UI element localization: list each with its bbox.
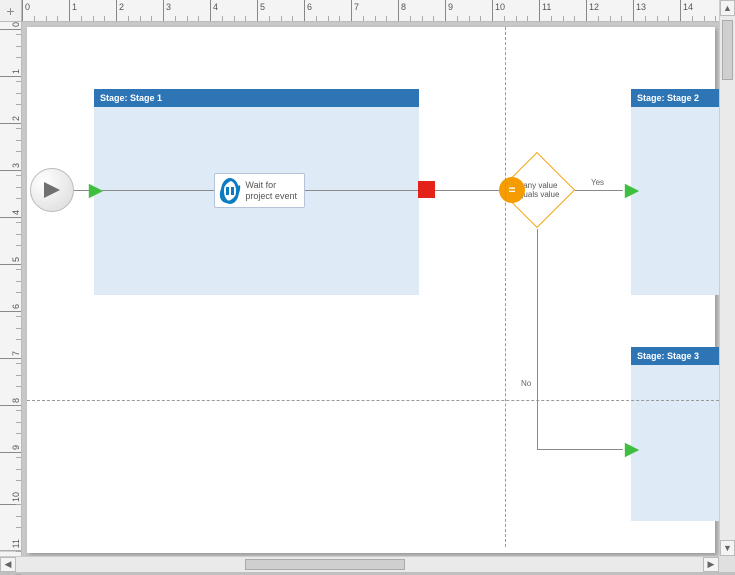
stage-body[interactable] — [631, 107, 719, 295]
horizontal-ruler: 0123456789101112131415 — [22, 0, 719, 22]
equals-icon: = — [499, 177, 525, 203]
stage-header: Stage: Stage 2 — [631, 89, 719, 107]
stage-exit-marker[interactable] — [418, 181, 435, 198]
connector-no-label: No — [521, 379, 531, 388]
stage-body[interactable] — [631, 365, 719, 521]
connector-yes-label: Yes — [591, 178, 604, 187]
vertical-scrollbar[interactable]: ▲ ▼ — [719, 0, 735, 556]
stage1-entry-arrow[interactable] — [87, 182, 105, 200]
activity-wait-event[interactable]: Wait for project event — [214, 173, 305, 208]
page-break-horizontal — [27, 400, 719, 401]
stage2-entry-arrow[interactable] — [623, 182, 641, 200]
scroll-corner — [719, 556, 735, 572]
stage-stage2[interactable]: Stage: Stage 2 — [631, 89, 719, 295]
horizontal-scrollbar[interactable]: ◀ ▶ — [0, 556, 719, 572]
page[interactable]: Stage: Stage 1Stage: Stage 2Stage: Stage… — [27, 27, 715, 553]
connector-no-v — [537, 229, 538, 449]
stage3-entry-arrow[interactable] — [623, 441, 641, 459]
canvas-viewport[interactable]: Stage: Stage 1 Stage: Stage 2 Stage: Stage… — [22, 22, 719, 556]
play-icon — [42, 180, 62, 200]
scroll-v-thumb[interactable] — [722, 20, 733, 80]
page-break-vertical — [505, 27, 506, 547]
connector-exit-condition — [435, 190, 500, 191]
vertical-ruler: 01234567891011 — [0, 22, 22, 556]
workflow-start-icon[interactable] — [30, 168, 74, 212]
stage-stage3[interactable]: Stage: Stage 3 — [631, 347, 719, 521]
scroll-down-button[interactable]: ▼ — [720, 540, 735, 556]
ruler-origin: + — [0, 0, 22, 22]
connector-yes — [575, 190, 623, 191]
scroll-up-button[interactable]: ▲ — [720, 0, 735, 16]
pause-circle-icon — [221, 178, 239, 204]
stage-header: Stage: Stage 1 — [94, 89, 419, 107]
activity-label: Wait for project event — [245, 180, 304, 202]
connector-no-h — [537, 449, 623, 450]
scroll-left-button[interactable]: ◀ — [0, 557, 16, 572]
connector-activity-exit — [305, 190, 418, 191]
scroll-h-thumb[interactable] — [245, 559, 405, 570]
stage-header: Stage: Stage 3 — [631, 347, 719, 365]
condition-if-value-equals[interactable]: =If any value equals value — [510, 163, 564, 217]
scroll-right-button[interactable]: ▶ — [703, 557, 719, 572]
